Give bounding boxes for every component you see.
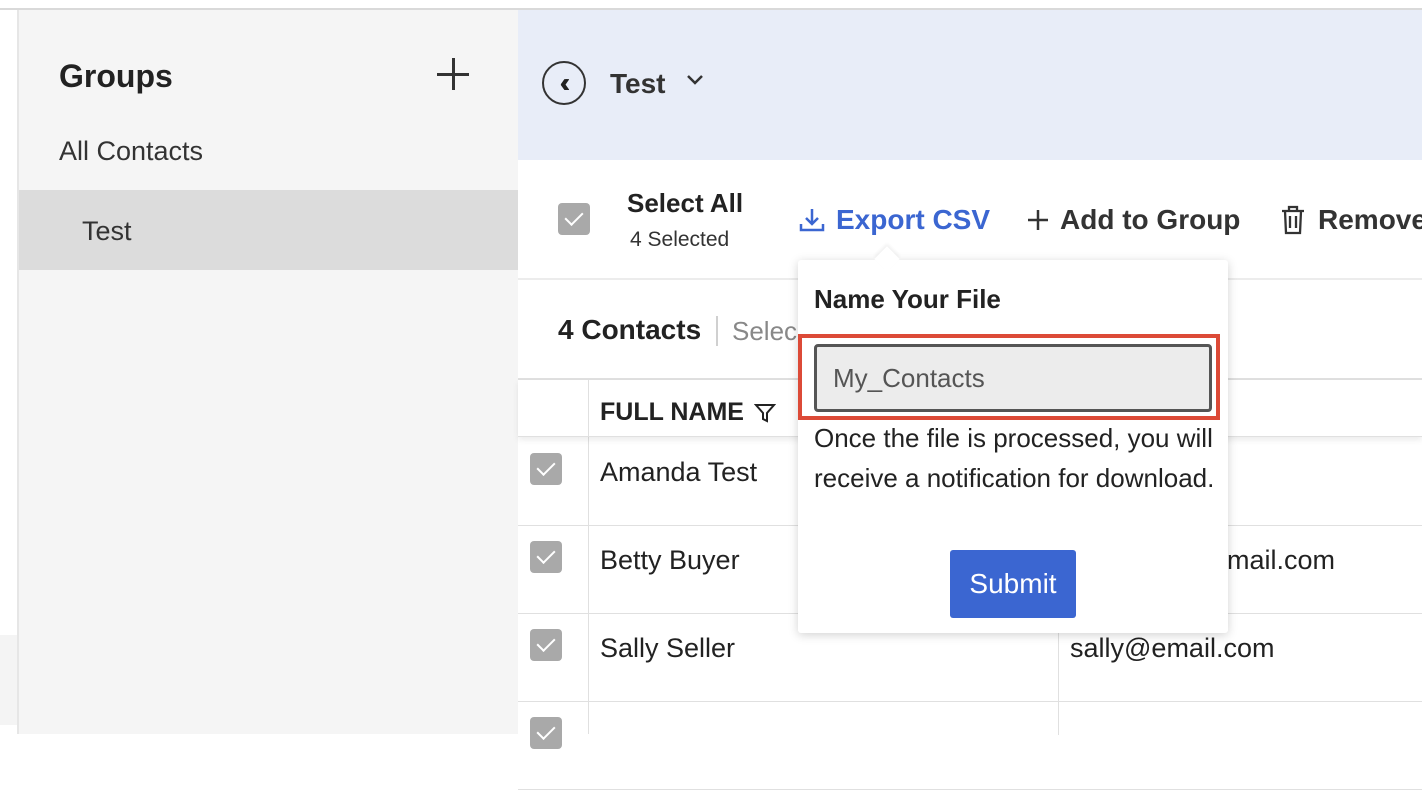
- export-csv-button[interactable]: Export CSV: [798, 204, 990, 236]
- plus-icon: [1028, 210, 1048, 230]
- row-checkbox[interactable]: [530, 453, 562, 485]
- column-header-full-name[interactable]: FULL NAME: [600, 398, 776, 427]
- export-csv-popover: Name Your File Once the file is processe…: [798, 246, 1228, 633]
- file-name-input[interactable]: [814, 344, 1212, 412]
- left-rail: [0, 10, 19, 734]
- rail-shade: [0, 635, 17, 725]
- select-hint[interactable]: Selec: [732, 316, 797, 347]
- row-checkbox[interactable]: [530, 541, 562, 573]
- sidebar-item-label: Test: [82, 216, 132, 246]
- contact-name[interactable]: Sally Seller: [600, 633, 735, 664]
- table-row[interactable]: [518, 701, 1422, 790]
- popover-message: Once the file is processed, you will rec…: [814, 423, 1215, 493]
- add-group-icon[interactable]: [435, 56, 471, 92]
- contact-email: email.com: [1212, 545, 1336, 575]
- sidebar-title: Groups: [59, 58, 173, 94]
- selected-count: 4 Selected: [630, 228, 730, 251]
- select-all-label: Select All: [627, 188, 744, 218]
- collapse-sidebar-icon[interactable]: ‹‹: [542, 61, 586, 105]
- divider: [716, 316, 718, 346]
- popover-title: Name Your File: [814, 284, 1001, 314]
- select-all-checkbox[interactable]: [558, 203, 590, 235]
- sidebar-item-all-contacts[interactable]: All Contacts: [59, 136, 203, 167]
- add-to-group-button[interactable]: Add to Group: [1026, 204, 1240, 236]
- groups-sidebar: Groups All Contacts Test: [19, 10, 518, 734]
- group-title[interactable]: Test: [610, 68, 666, 100]
- download-icon: [799, 209, 825, 232]
- sidebar-item-test[interactable]: Test: [19, 190, 518, 270]
- submit-button[interactable]: Submit: [950, 550, 1076, 618]
- add-to-group-label: Add to Group: [1060, 204, 1241, 235]
- filter-icon[interactable]: [753, 402, 776, 424]
- trash-icon: [1282, 205, 1304, 235]
- chevron-down-icon[interactable]: [685, 70, 705, 93]
- contacts-count: 4 Contacts: [558, 314, 702, 345]
- remove-label: Remove: [1318, 204, 1422, 235]
- column-label: FULL NAME: [600, 398, 744, 426]
- row-checkbox[interactable]: [530, 629, 562, 661]
- remove-button[interactable]: Remove: [1280, 204, 1422, 236]
- top-border: [0, 0, 1422, 10]
- export-csv-label: Export CSV: [836, 204, 991, 235]
- contact-name[interactable]: Betty Buyer: [600, 545, 740, 576]
- row-checkbox[interactable]: [530, 717, 562, 749]
- contact-email: sally@email.com: [1070, 633, 1275, 663]
- group-header: ‹‹ Test: [518, 10, 1422, 160]
- contact-name[interactable]: Amanda Test: [600, 457, 757, 488]
